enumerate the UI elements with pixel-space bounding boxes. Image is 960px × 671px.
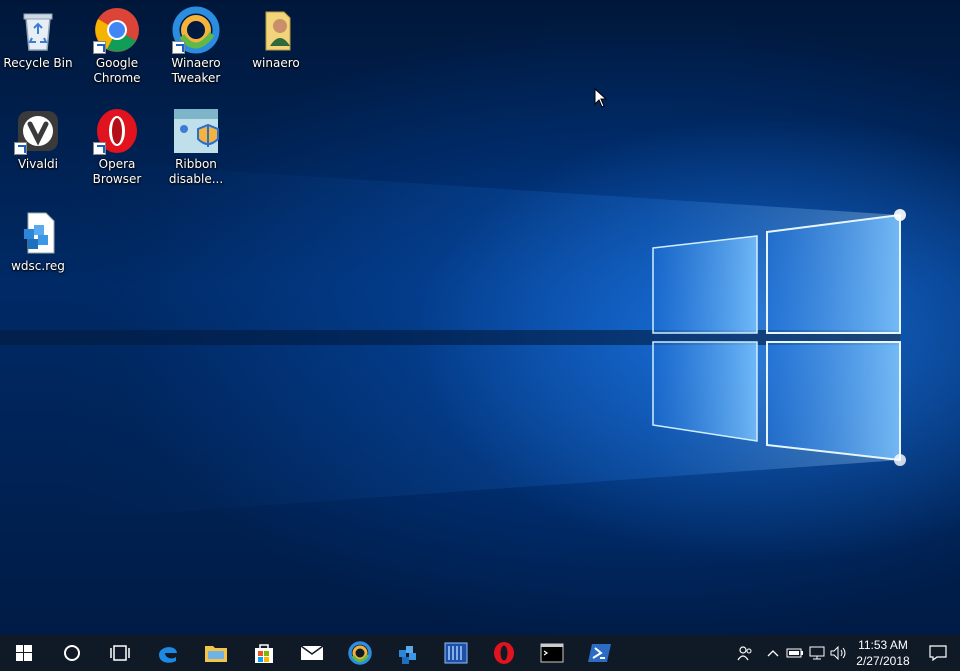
taskbar-winaero-tweaker[interactable] (336, 635, 384, 671)
desktop-icon-vivaldi[interactable]: Vivaldi (0, 103, 76, 199)
shortcut-arrow-icon (14, 142, 27, 155)
mouse-cursor-icon (594, 88, 608, 108)
taskbar-registry-editor[interactable] (384, 635, 432, 671)
network-icon (809, 646, 825, 660)
taskbar-clock[interactable]: 11:53 AM 2/27/2018 (850, 637, 916, 669)
opera-icon (93, 107, 141, 155)
people-icon (737, 646, 752, 661)
taskbar: 11:53 AM 2/27/2018 (0, 635, 960, 671)
volume-icon (830, 646, 846, 660)
desktop-icon-label: Vivaldi (17, 157, 59, 171)
action-center-button[interactable] (916, 635, 960, 671)
command-prompt-icon (540, 643, 564, 663)
task-view-icon (110, 645, 130, 661)
desktop-icon-winaero-tweaker[interactable]: Winaero Tweaker (158, 2, 234, 98)
taskbar-edge[interactable] (144, 635, 192, 671)
chrome-icon (93, 6, 141, 54)
registry-file-icon (14, 209, 62, 257)
desktop-icon-google-chrome[interactable]: Google Chrome (79, 2, 155, 98)
desktop-icon-label: Ribbon disable... (168, 157, 224, 186)
ribbon-disabler-icon (172, 107, 220, 155)
desktop-icon-winaero[interactable]: winaero (238, 2, 314, 98)
desktop-icon-label: Google Chrome (93, 56, 141, 85)
user-folder-icon (252, 6, 300, 54)
winaero-tweaker-icon (348, 641, 372, 665)
taskbar-opera[interactable] (480, 635, 528, 671)
desktop-icon-label: Recycle Bin (3, 56, 73, 70)
desktop-icon-label: wdsc.reg (11, 259, 65, 273)
powershell-icon (588, 644, 611, 662)
opera-icon (494, 642, 514, 664)
desktop-icon-recycle-bin[interactable]: Recycle Bin (0, 2, 76, 98)
taskbar-powershell[interactable] (576, 635, 624, 671)
vivaldi-icon (14, 107, 62, 155)
taskbar-command-prompt[interactable] (528, 635, 576, 671)
clock-date: 2/27/2018 (856, 654, 910, 668)
start-button[interactable] (0, 635, 48, 671)
battery-icon (786, 648, 803, 658)
chevron-up-icon (767, 650, 779, 657)
system-tray: 11:53 AM 2/27/2018 (728, 635, 960, 671)
cortana-search-icon (64, 645, 80, 661)
desktop-icon-label: Opera Browser (92, 157, 142, 186)
clock-time: 11:53 AM (858, 638, 908, 652)
edge-icon (159, 647, 177, 663)
show-hidden-icons-button[interactable] (762, 635, 784, 671)
desktop-icon-label: winaero (252, 56, 300, 70)
desktop-background: Recycle Bin Google Chrome Winaero Tweake… (0, 0, 960, 635)
windows-start-icon (16, 645, 32, 661)
shortcut-arrow-icon (93, 142, 106, 155)
registry-editor-icon (399, 646, 416, 664)
action-center-icon (929, 645, 947, 661)
volume-button[interactable] (828, 635, 850, 671)
taskbar-store[interactable] (240, 635, 288, 671)
desktop-icon-wdsc-reg[interactable]: wdsc.reg (0, 205, 76, 301)
event-viewer-icon (444, 642, 468, 664)
shortcut-arrow-icon (172, 41, 185, 54)
desktop-icon-opera-browser[interactable]: Opera Browser (79, 103, 155, 199)
file-explorer-icon (205, 646, 227, 662)
taskbar-mail[interactable] (288, 635, 336, 671)
taskbar-event-viewer[interactable] (432, 635, 480, 671)
desktop-icon-ribbon-disabler[interactable]: Ribbon disable... (158, 103, 234, 199)
mail-icon (300, 645, 324, 660)
taskbar-file-explorer[interactable] (192, 635, 240, 671)
people-button[interactable] (728, 635, 762, 671)
winaero-tweaker-icon (172, 6, 220, 54)
shortcut-arrow-icon (93, 41, 106, 54)
network-button[interactable] (806, 635, 828, 671)
cortana-search-button[interactable] (48, 635, 96, 671)
store-icon (255, 644, 273, 663)
battery-button[interactable] (784, 635, 806, 671)
desktop-icon-label: Winaero Tweaker (171, 56, 221, 85)
task-view-button[interactable] (96, 635, 144, 671)
recycle-bin-icon (14, 6, 62, 54)
